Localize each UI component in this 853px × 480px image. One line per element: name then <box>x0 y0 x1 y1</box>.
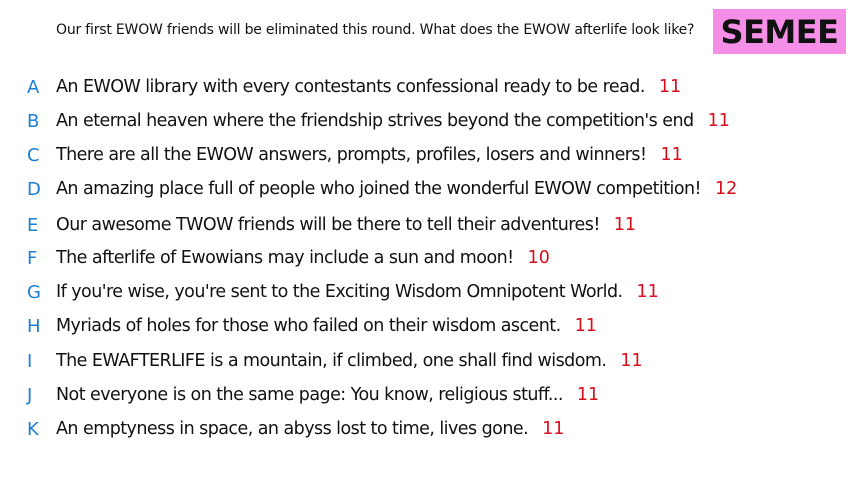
word-count: 11 <box>707 111 730 131</box>
response-text: Our awesome TWOW friends will be there t… <box>56 215 600 235</box>
response-text: The afterlife of Ewowians may include a … <box>56 248 514 268</box>
word-count: 11 <box>636 282 659 302</box>
response-text: There are all the EWOW answers, prompts,… <box>56 145 647 165</box>
response-text: An EWOW library with every contestants c… <box>56 77 645 97</box>
response-letter: I <box>27 350 33 372</box>
word-count: 11 <box>576 385 600 405</box>
word-count: 11 <box>542 419 565 439</box>
word-count: 12 <box>715 179 738 199</box>
contestant-name-label: SEMEE <box>720 12 839 51</box>
word-count: 10 <box>527 248 550 268</box>
prompt-text: Our first EWOW friends will be eliminate… <box>56 22 695 38</box>
response-text: An eternal heaven where the friendship s… <box>56 111 694 131</box>
response-letter: H <box>27 315 41 337</box>
response-text: The EWAFTERLIFE is a mountain, if climbe… <box>56 351 607 371</box>
response-text: Not everyone is on the same page: You kn… <box>56 385 563 405</box>
word-count: 11 <box>620 351 643 371</box>
word-count: 11 <box>613 215 637 235</box>
response-letter: A <box>27 76 40 98</box>
response-text: An amazing place full of people who join… <box>56 179 702 199</box>
response-letter: J <box>27 384 33 406</box>
response-text: An emptyness in space, an abyss lost to … <box>56 419 529 439</box>
response-letter: G <box>27 281 41 303</box>
response-letter: K <box>27 418 39 440</box>
response-letter: C <box>27 144 40 166</box>
response-letter: F <box>27 247 38 269</box>
response-letter: D <box>27 178 41 200</box>
contestant-name-badge: SEMEE <box>713 9 846 54</box>
response-letter: E <box>27 214 39 236</box>
word-count: 11 <box>658 77 682 97</box>
response-text: Myriads of holes for those who failed on… <box>56 316 561 336</box>
word-count: 11 <box>574 316 597 336</box>
response-text: If you're wise, you're sent to the Excit… <box>56 282 623 302</box>
word-count: 11 <box>660 145 683 165</box>
response-letter: B <box>27 110 40 132</box>
